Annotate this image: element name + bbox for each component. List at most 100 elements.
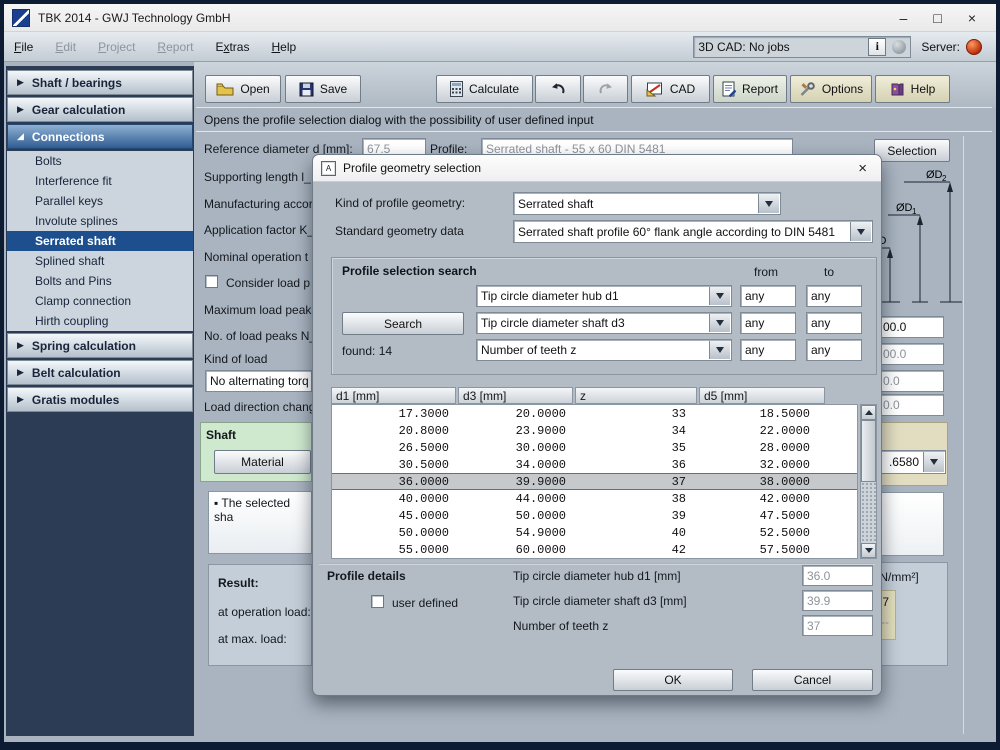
table-scrollbar[interactable] [860, 404, 877, 559]
info-button[interactable]: i [868, 38, 886, 56]
sidebar-section-belt-calculation[interactable]: ▶Belt calculation [7, 360, 193, 385]
menu-file[interactable]: File [14, 40, 33, 54]
sidebar-item-clamp-connection[interactable]: Clamp connection [7, 291, 193, 311]
sidebar-item-bolts-and-pins[interactable]: Bolts and Pins [7, 271, 193, 291]
standard-geometry-label: Standard geometry data [335, 224, 464, 238]
detail-d3-field[interactable]: 39.9 [802, 590, 873, 611]
scrollbar-track[interactable] [861, 482, 876, 543]
search-button[interactable]: Search [342, 312, 464, 335]
sidebar-section-spring-calculation[interactable]: ▶Spring calculation [7, 333, 193, 358]
menu-report[interactable]: Report [157, 40, 193, 54]
sidebar-section-shaft-bearings[interactable]: ▶Shaft / bearings [7, 70, 193, 95]
menu-extras[interactable]: Extras [215, 40, 249, 54]
chevron-down-icon[interactable] [850, 222, 871, 241]
menu-project[interactable]: Project [98, 40, 135, 54]
calculate-button[interactable]: Calculate [436, 75, 533, 103]
application-factor-label: Application factor K_ [204, 223, 314, 237]
table-row[interactable]: 36.000039.90003738.0000 [332, 473, 857, 490]
criterion-2-combo[interactable]: Tip circle diameter shaft d3 [476, 312, 732, 334]
minimize-button[interactable]: – [900, 10, 908, 26]
detail-z-field[interactable]: 37 [802, 615, 873, 636]
tools-icon [799, 82, 816, 97]
sidebar-item-serrated-shaft[interactable]: Serrated shaft [7, 231, 193, 251]
column-header-d3[interactable]: d3 [mm] [458, 387, 573, 404]
table-cell: 55.0000 [332, 543, 457, 557]
sidebar-section-gratis-modules[interactable]: ▶Gratis modules [7, 387, 193, 412]
sidebar-item-involute-splines[interactable]: Involute splines [7, 211, 193, 231]
column-header-d1[interactable]: d1 [mm] [331, 387, 456, 404]
chevron-down-icon[interactable] [709, 314, 730, 332]
table-row[interactable]: 30.500034.00003632.0000 [332, 456, 857, 473]
criterion-1-from-input[interactable]: any [740, 285, 796, 307]
help-button[interactable]: Help [875, 75, 950, 103]
criterion-1-combo[interactable]: Tip circle diameter hub d1 [476, 285, 732, 307]
report-button[interactable]: Report [713, 75, 787, 103]
table-row[interactable]: 50.000054.90004052.5000 [332, 524, 857, 541]
table-row[interactable]: 20.800023.90003422.0000 [332, 422, 857, 439]
redo-button[interactable] [583, 75, 628, 103]
chevron-down-icon[interactable] [758, 194, 779, 213]
profile-geometry-dialog: A Profile geometry selection × Kind of p… [312, 154, 882, 696]
scrollbar-thumb[interactable] [861, 420, 876, 482]
sidebar-item-interference-fit[interactable]: Interference fit [7, 171, 193, 191]
window-title: TBK 2014 - GWJ Technology GmbH [38, 11, 231, 25]
sidebar-item-parallel-keys[interactable]: Parallel keys [7, 191, 193, 211]
scroll-up-icon[interactable] [861, 405, 876, 420]
undo-button[interactable] [535, 75, 581, 103]
criterion-3-from-input[interactable]: any [740, 339, 796, 361]
maximum-load-label: Maximum load peak [204, 303, 311, 317]
table-row[interactable]: 55.000060.00004257.5000 [332, 541, 857, 558]
from-column-label: from [754, 265, 778, 279]
sidebar-item-bolts[interactable]: Bolts [7, 151, 193, 171]
cancel-button[interactable]: Cancel [752, 669, 873, 691]
detail-d1-field[interactable]: 36.0 [802, 565, 873, 586]
table-row[interactable]: 45.000050.00003947.5000 [332, 507, 857, 524]
menu-help[interactable]: Help [271, 40, 296, 54]
shaft-note: ▪ The selected sha [208, 491, 312, 554]
sidebar-item-hirth-coupling[interactable]: Hirth coupling [7, 311, 193, 331]
table-cell: 22.0000 [698, 424, 826, 438]
criterion-3-to-input[interactable]: any [806, 339, 862, 361]
table-cell: 38.0000 [698, 475, 826, 489]
kind-of-profile-combo[interactable]: Serrated shaft [513, 192, 781, 215]
table-row[interactable]: 26.500030.00003528.0000 [332, 439, 857, 456]
table-row[interactable]: 40.000044.00003842.0000 [332, 490, 857, 507]
sidebar-item-splined-shaft[interactable]: Splined shaft [7, 251, 193, 271]
result-max-load-label: at max. load: [218, 632, 287, 646]
save-button[interactable]: Save [285, 75, 361, 103]
selection-button[interactable]: Selection [874, 139, 950, 162]
ok-button[interactable]: OK [613, 669, 733, 691]
chevron-down-icon[interactable] [923, 452, 944, 472]
dialog-close-icon[interactable]: × [852, 160, 873, 177]
criterion-3-combo[interactable]: Number of teeth z [476, 339, 732, 361]
open-button[interactable]: Open [205, 75, 281, 103]
table-cell: 20.8000 [332, 424, 457, 438]
chevron-down-icon[interactable] [709, 287, 730, 305]
redo-icon [598, 82, 614, 96]
chevron-down-icon[interactable] [709, 341, 730, 359]
profile-table: d1 [mm] d3 [mm] z d5 [mm] 17.300020.0000… [331, 387, 877, 559]
sidebar-section-connections[interactable]: ◢Connections [7, 124, 193, 149]
close-button[interactable]: × [968, 10, 976, 26]
menu-edit[interactable]: Edit [55, 40, 76, 54]
user-defined-checkbox[interactable] [371, 595, 384, 608]
table-row[interactable]: 17.300020.00003318.5000 [332, 405, 857, 422]
material-button[interactable]: Material [214, 450, 311, 474]
table-cell: 20.0000 [457, 407, 574, 421]
server-status-indicator [966, 39, 982, 55]
sidebar-section-gear-calculation[interactable]: ▶Gear calculation [7, 97, 193, 122]
column-header-z[interactable]: z [575, 387, 697, 404]
kind-of-load-select[interactable]: No alternating torq [205, 370, 312, 392]
table-cell: 39 [574, 509, 698, 523]
svg-text:ØD: ØD [896, 202, 913, 214]
cad-button[interactable]: CAD [631, 75, 710, 103]
options-button[interactable]: Options [790, 75, 872, 103]
criterion-2-from-input[interactable]: any [740, 312, 796, 334]
consider-load-checkbox[interactable] [205, 275, 218, 288]
criterion-1-to-input[interactable]: any [806, 285, 862, 307]
criterion-2-to-input[interactable]: any [806, 312, 862, 334]
maximize-button[interactable]: □ [933, 10, 941, 26]
scroll-down-icon[interactable] [861, 543, 876, 558]
standard-geometry-combo[interactable]: Serrated shaft profile 60° flank angle a… [513, 220, 873, 243]
column-header-d5[interactable]: d5 [mm] [699, 387, 825, 404]
